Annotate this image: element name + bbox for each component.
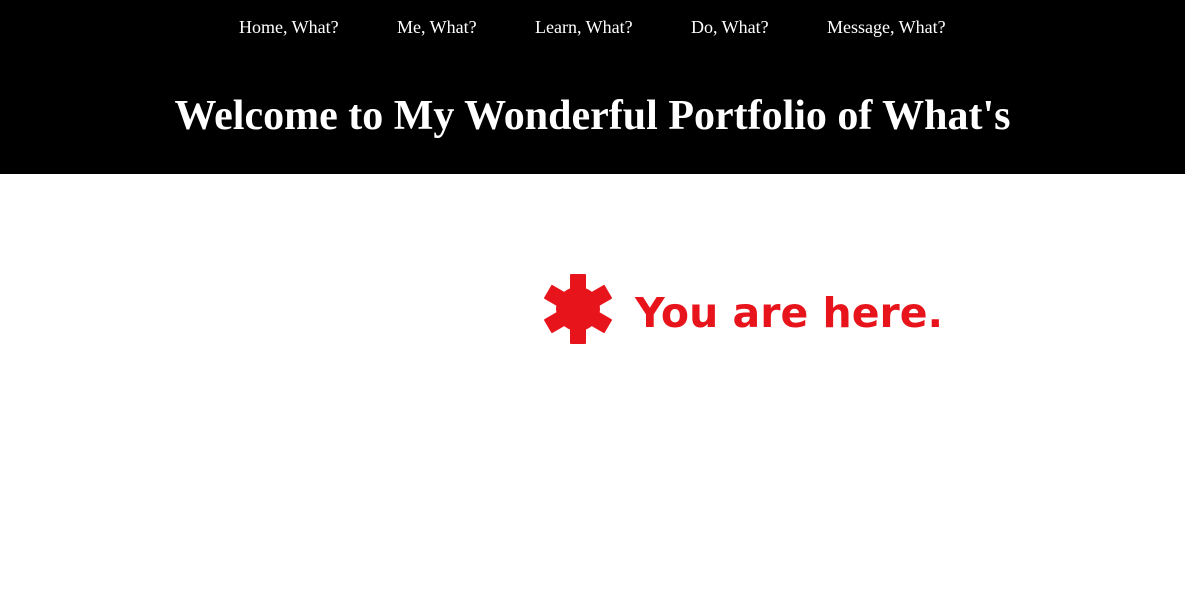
you-are-here-text: You are here. <box>635 289 944 337</box>
nav-link-me[interactable]: Me, What? <box>397 16 477 38</box>
nav-link-home[interactable]: Home, What? <box>239 16 339 38</box>
page-title: Welcome to My Wonderful Portfolio of Wha… <box>174 93 1011 139</box>
asterisk-marker-icon <box>540 272 616 346</box>
nav-link-learn[interactable]: Learn, What? <box>535 16 633 38</box>
nav-link-do[interactable]: Do, What? <box>691 16 769 38</box>
nav-link-message[interactable]: Message, What? <box>827 16 946 38</box>
main-nav: Home, What? Me, What? Learn, What? Do, W… <box>0 16 1185 38</box>
site-header: Home, What? Me, What? Learn, What? Do, W… <box>0 0 1185 174</box>
